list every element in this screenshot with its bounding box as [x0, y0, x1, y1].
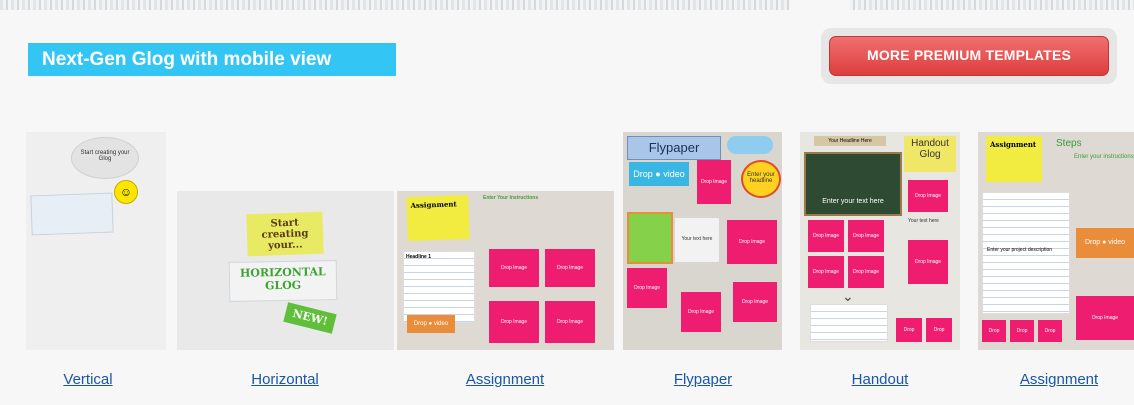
more-premium-templates-label: MORE PREMIUM TEMPLATES	[829, 36, 1109, 76]
drop-image-slot: Drop Image	[681, 292, 721, 332]
more-premium-templates-button[interactable]: MORE PREMIUM TEMPLATES	[821, 28, 1117, 84]
project-paper: Enter your project description	[982, 192, 1070, 314]
instructions-text: Enter your instructions	[1074, 154, 1134, 160]
drop-image-slot: Drop Image	[545, 301, 595, 343]
drop-image-slot: Drop Image	[1038, 320, 1062, 342]
instructions-text: Enter Your Instructions	[483, 195, 539, 201]
green-drop	[627, 212, 673, 264]
smiley-icon: ☺	[114, 180, 138, 204]
assignment-note: Assignment	[406, 194, 470, 242]
chevron-down-icon: ⌄	[842, 288, 854, 304]
text-paper: Your text here	[675, 218, 719, 262]
headline-bubble: Enter your headline	[741, 160, 781, 198]
section-title: Next-Gen Glog with mobile view	[28, 43, 396, 76]
drop-image-slot: Drop Image	[808, 256, 844, 288]
template-thumbnail-horizontal[interactable]: Start creating your... HORIZONTAL GLOG N…	[177, 191, 394, 350]
new-badge: NEW!	[283, 302, 337, 334]
flypaper-title: Flypaper	[627, 136, 721, 160]
drop-image-slot: Drop Image	[1076, 296, 1134, 340]
headline-strip: Your Headline Here	[814, 136, 886, 146]
yellow-note: Start creating your...	[246, 211, 324, 257]
video-drop: Drop ● video	[1076, 228, 1134, 258]
caption-link-flypaper[interactable]: Flypaper	[643, 371, 763, 388]
template-thumbnail-assignment[interactable]: Assignment Enter Your Instructions Headl…	[397, 191, 614, 350]
drop-image-slot: Drop Image	[908, 240, 948, 284]
text-slot: Your text here	[908, 218, 939, 224]
top-decorative-strip	[0, 0, 1134, 10]
steps-text: Steps	[1056, 138, 1082, 149]
assignment-note: Assignment	[986, 136, 1042, 182]
horizontal-glog-banner: HORIZONTAL GLOG	[228, 260, 338, 302]
caption-link-horizontal[interactable]: Horizontal	[225, 371, 345, 388]
video-drop: Drop ● video	[407, 315, 455, 333]
headline-paper: Headline 1	[403, 251, 475, 323]
video-drop: Drop ● video	[629, 162, 689, 186]
drop-image-slot: Drop Image	[727, 220, 777, 264]
drop-image-slot: Drop Image	[489, 249, 539, 287]
template-thumbnail-assignment-vertical[interactable]: Assignment Steps Enter your instructions…	[978, 132, 1134, 350]
template-thumbnail-handout[interactable]: Your Headline Here Handout Glog Enter yo…	[800, 132, 960, 350]
handout-title-note: Handout Glog	[904, 136, 956, 172]
drop-image-slot: Drop Image	[1010, 320, 1034, 342]
drop-image-slot: Drop Image	[697, 160, 731, 204]
drop-image-slot: Drop Image	[808, 220, 844, 252]
caption-link-vertical[interactable]: Vertical	[26, 371, 150, 388]
chalkboard: Enter your text here	[804, 152, 902, 216]
drop-image-slot: Drop Image	[848, 256, 884, 288]
speech-bubble: Start creating your Glog	[71, 137, 139, 179]
drop-image-slot: Drop Image	[545, 249, 595, 287]
drop-image-slot: Drop Image	[926, 318, 952, 342]
drop-image-slot: Drop Image	[982, 320, 1006, 342]
drop-image-slot: Drop Image	[896, 318, 922, 342]
drop-image-slot: Drop Image	[908, 180, 948, 212]
drop-image-slot: Drop Image	[848, 220, 884, 252]
caption-link-handout[interactable]: Handout	[820, 371, 940, 388]
caption-link-assignment-vertical[interactable]: Assignment	[994, 371, 1124, 388]
caption-link-assignment[interactable]: Assignment	[440, 371, 570, 388]
lined-paper	[810, 304, 888, 342]
drop-image-slot: Drop Image	[489, 301, 539, 343]
template-thumbnail-flypaper[interactable]: Flypaper Drop ● video Drop Image Enter y…	[623, 132, 782, 350]
paper-piece	[30, 192, 114, 236]
drop-image-slot: Drop Image	[733, 282, 777, 322]
drop-image-slot: Drop Image	[627, 268, 667, 308]
cloud-icon	[727, 136, 773, 154]
template-thumbnail-vertical[interactable]: Start creating your Glog ☺	[26, 132, 166, 350]
